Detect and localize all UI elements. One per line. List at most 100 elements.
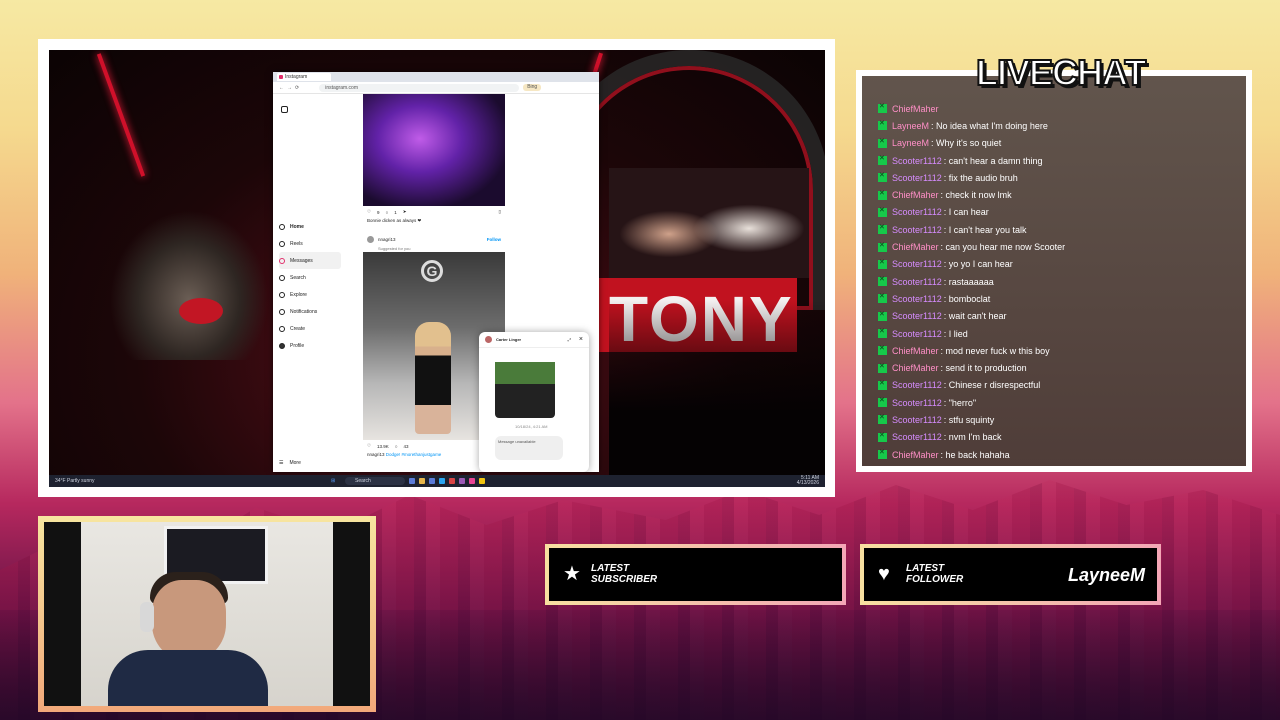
browser-window: Instagram ← → ⟳ instagram.com Bing Home … bbox=[273, 72, 599, 472]
moderator-badge-icon bbox=[878, 327, 887, 338]
caption-username[interactable]: nnagri13 bbox=[367, 452, 385, 457]
moderator-badge-icon bbox=[878, 396, 887, 408]
taskbar-search[interactable]: Search bbox=[345, 477, 405, 485]
avatar[interactable] bbox=[367, 235, 374, 243]
browser-tab[interactable]: Instagram bbox=[277, 73, 332, 81]
post-username[interactable]: nnagri13 bbox=[378, 237, 396, 242]
windows-start-icon[interactable]: ⊞ bbox=[331, 478, 335, 484]
chat-text: yo yo I can hear bbox=[948, 259, 1013, 270]
chat-username[interactable]: ChiefMaher bbox=[892, 190, 939, 200]
nav-messages[interactable]: Messages bbox=[279, 252, 341, 269]
nav-label: Notifications bbox=[290, 308, 318, 315]
like-icon[interactable]: ♡ bbox=[367, 209, 371, 215]
moderator-badge-icon bbox=[878, 292, 887, 304]
nav-profile[interactable]: Profile bbox=[279, 337, 341, 354]
app-icon[interactable] bbox=[479, 478, 485, 484]
chat-username[interactable]: ChiefMaher bbox=[892, 346, 939, 356]
browser-toolbar: ← → ⟳ instagram.com Bing bbox=[273, 82, 599, 94]
app-icon[interactable] bbox=[449, 478, 455, 484]
chat-text: nvm I'm back bbox=[948, 432, 1002, 443]
moderator-badge-icon bbox=[878, 189, 887, 200]
chat-message: ChiefMaher: check it now lmk bbox=[878, 186, 1236, 203]
nav-search[interactable]: Search bbox=[279, 269, 341, 286]
search-icon bbox=[279, 274, 285, 281]
app-icon[interactable] bbox=[469, 478, 475, 484]
nav-reels[interactable]: Reels bbox=[279, 235, 341, 252]
audience bbox=[609, 300, 825, 486]
streamer-face bbox=[152, 580, 226, 660]
chat-username[interactable]: ChiefMaher bbox=[892, 104, 939, 114]
post-header: nnagri13 Follow bbox=[363, 232, 505, 246]
app-icon[interactable] bbox=[439, 478, 445, 484]
app-icon[interactable] bbox=[459, 478, 465, 484]
extension-button[interactable]: Bing bbox=[523, 84, 542, 91]
latest-follower-inner: ♥ Latest Follower LayneeM bbox=[864, 548, 1157, 601]
chat-username[interactable]: ChiefMaher bbox=[892, 242, 939, 252]
weather-widget[interactable]: 34°F Partly sunny bbox=[55, 478, 95, 484]
back-icon[interactable]: ← bbox=[279, 85, 284, 91]
chat-message: Scooter1112: I can't hear you talk bbox=[878, 221, 1236, 238]
instagram-nav: Home Reels Messages Search Explore Notif… bbox=[279, 218, 341, 354]
chat-username[interactable]: Scooter1112 bbox=[892, 432, 942, 442]
nav-explore[interactable]: Explore bbox=[279, 286, 341, 303]
chat-message: Scooter1112: wait can't hear bbox=[878, 308, 1236, 325]
nav-label: Home bbox=[290, 223, 304, 230]
chat-username[interactable]: Scooter1112 bbox=[892, 173, 942, 183]
follow-button[interactable]: Follow bbox=[487, 237, 501, 242]
share-icon[interactable]: ➤ bbox=[403, 209, 407, 215]
dm-username[interactable]: Carter Linger bbox=[496, 337, 521, 342]
chat-username[interactable]: Scooter1112 bbox=[892, 156, 942, 166]
menu-icon: ☰ bbox=[279, 460, 284, 466]
chat-message: Scooter1112: fix the audio bruh bbox=[878, 169, 1236, 186]
app-icon[interactable] bbox=[419, 478, 425, 484]
bookmark-icon[interactable]: ▯ bbox=[499, 209, 501, 215]
comment-icon[interactable]: ○ bbox=[386, 210, 389, 215]
latest-subscriber-box: ★ Latest Subscriber bbox=[545, 544, 846, 605]
moderator-badge-icon bbox=[878, 171, 887, 183]
nav-home[interactable]: Home bbox=[279, 218, 341, 235]
chat-message: Scooter1112: rastaaaaaa bbox=[878, 273, 1236, 290]
chat-message: Scooter1112: I lied bbox=[878, 325, 1236, 342]
latest-subscriber-label: Latest Subscriber bbox=[591, 563, 657, 585]
forward-icon[interactable]: → bbox=[287, 85, 292, 91]
chat-message: Scooter1112: nvm I'm back bbox=[878, 429, 1236, 446]
chat-username[interactable]: Scooter1112 bbox=[892, 398, 942, 408]
nav-notifications[interactable]: Notifications bbox=[279, 303, 341, 320]
chat-message: Scooter1112: yo yo I can hear bbox=[878, 256, 1236, 273]
chat-text: I can't hear you talk bbox=[948, 224, 1027, 235]
chat-username[interactable]: Scooter1112 bbox=[892, 207, 942, 217]
livechat-body: ChiefMaher LayneeM: No idea what I'm doin… bbox=[862, 76, 1246, 466]
comment-count: 43 bbox=[403, 443, 409, 449]
chat-username[interactable]: Scooter1112 bbox=[892, 277, 942, 287]
chat-username[interactable]: Scooter1112 bbox=[892, 329, 942, 339]
latest-subscriber-inner: ★ Latest Subscriber bbox=[549, 548, 842, 601]
chat-username[interactable]: LayneeM bbox=[892, 121, 929, 131]
chat-username[interactable]: ChiefMaher bbox=[892, 363, 939, 373]
chat-message: ChiefMaher: mod never fuck w this boy bbox=[878, 342, 1236, 359]
app-icon[interactable] bbox=[409, 478, 415, 484]
chat-username[interactable]: LayneeM bbox=[892, 138, 929, 148]
chat-username[interactable]: Scooter1112 bbox=[892, 311, 942, 321]
shared-video[interactable] bbox=[495, 356, 555, 418]
post-image[interactable] bbox=[363, 94, 505, 206]
expand-icon[interactable]: ⤢ bbox=[568, 337, 571, 342]
reload-icon[interactable]: ⟳ bbox=[295, 85, 299, 91]
chat-username[interactable]: Scooter1112 bbox=[892, 294, 942, 304]
chat-username[interactable]: Scooter1112 bbox=[892, 225, 942, 235]
chat-username[interactable]: Scooter1112 bbox=[892, 415, 942, 425]
comment-icon[interactable]: ○ bbox=[395, 444, 398, 449]
nav-create[interactable]: Create bbox=[279, 320, 341, 337]
chat-username[interactable]: Scooter1112 bbox=[892, 259, 942, 269]
app-icon[interactable] bbox=[429, 478, 435, 484]
chat-text: Chinese r disrespectful bbox=[948, 380, 1041, 391]
instagram-logo-icon[interactable] bbox=[281, 106, 288, 113]
taskbar-clock[interactable]: 5:11 AM 4/13/2026 bbox=[797, 476, 819, 486]
browser-tab-bar: Instagram bbox=[273, 72, 599, 82]
nav-more[interactable]: ☰ More bbox=[279, 460, 301, 466]
chat-username[interactable]: Scooter1112 bbox=[892, 380, 942, 390]
like-icon[interactable]: ♡ bbox=[367, 443, 371, 449]
dm-header: Carter Linger ⤢ × bbox=[479, 332, 589, 348]
address-bar[interactable]: instagram.com bbox=[319, 83, 520, 92]
close-icon[interactable]: × bbox=[579, 336, 583, 343]
chat-username[interactable]: ChiefMaher bbox=[892, 450, 939, 460]
